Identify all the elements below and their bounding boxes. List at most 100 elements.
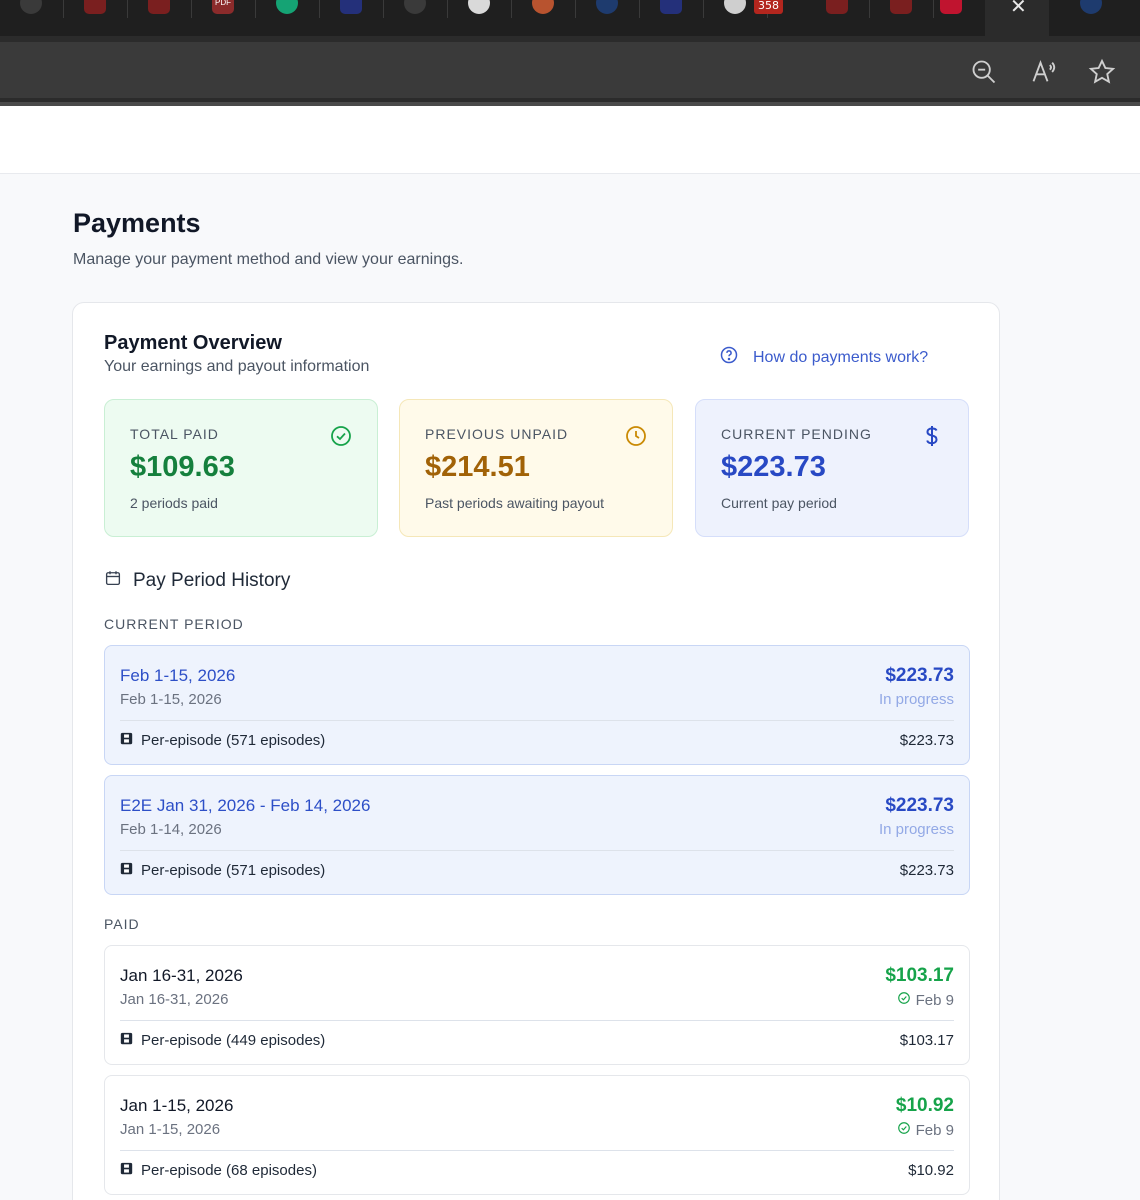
period-amount: $223.73 <box>885 665 954 686</box>
period-row[interactable]: Feb 1-15, 2026 Feb 1-15, 2026 $223.73 In… <box>104 645 970 765</box>
stat-value: $214.51 <box>425 451 530 483</box>
divider <box>120 850 954 851</box>
favorite-star-icon[interactable] <box>1088 58 1116 86</box>
period-amount: $103.17 <box>885 965 954 986</box>
acrobat-icon <box>148 0 170 14</box>
browser-tab[interactable] <box>384 0 448 18</box>
total-paid-stat: TOTAL PAID $109.63 2 periods paid <box>104 399 378 537</box>
period-range: Jan 1-15, 2026 <box>120 1121 221 1138</box>
period-row[interactable]: Jan 16-31, 2026 Jan 16-31, 2026 $103.17 … <box>104 945 970 1065</box>
browser-tab[interactable] <box>320 0 384 18</box>
help-circle-icon <box>719 345 739 370</box>
line-item-amount: $103.17 <box>899 1032 954 1049</box>
translate-icon <box>340 0 362 14</box>
line-item-amount: $10.92 <box>908 1162 954 1179</box>
film-icon <box>120 732 133 749</box>
period-range: Feb 1-14, 2026 <box>120 821 222 838</box>
stat-label: PREVIOUS UNPAID <box>425 426 569 442</box>
card-subtitle: Your earnings and payout information <box>104 358 370 375</box>
chatgpt-icon <box>20 0 42 14</box>
line-item-label: Per-episode (571 episodes) <box>141 732 326 749</box>
browser-tab[interactable] <box>0 0 64 18</box>
close-tab-icon[interactable]: ✕ <box>1010 0 1027 18</box>
divider <box>120 1020 954 1021</box>
app-icon <box>940 0 962 14</box>
stat-value: $223.73 <box>721 451 826 483</box>
pay-period-history-heading: Pay Period History <box>104 569 290 593</box>
browser-tab[interactable] <box>64 0 128 18</box>
stat-value: $109.63 <box>130 451 235 483</box>
card-title: Payment Overview <box>104 332 282 354</box>
browser-tab[interactable]: 358 <box>742 0 806 18</box>
notification-badge: 358 <box>754 0 783 14</box>
browser-tab[interactable] <box>256 0 320 18</box>
translate-icon <box>660 0 682 14</box>
line-item-amount: $223.73 <box>899 732 954 749</box>
paid-date: Feb 9 <box>915 1121 954 1139</box>
period-name: Jan 1-15, 2026 <box>120 1096 234 1115</box>
pdf-icon: PDF <box>212 0 234 14</box>
browser-tab[interactable] <box>576 0 640 18</box>
line-item: Per-episode (571 episodes) <box>120 732 325 749</box>
zoom-out-icon[interactable] <box>970 58 998 86</box>
period-status: Feb 9 <box>897 1121 954 1139</box>
status-text: In progress <box>878 821 954 838</box>
period-row[interactable]: E2E Jan 31, 2026 - Feb 14, 2026 Feb 1-14… <box>104 775 970 895</box>
read-aloud-icon[interactable] <box>1030 58 1058 86</box>
period-name: Jan 16-31, 2026 <box>120 966 243 985</box>
claude-icon <box>532 0 554 14</box>
zc-icon <box>468 0 490 14</box>
browser-tab[interactable]: PDF <box>192 0 256 18</box>
period-amount: $223.73 <box>885 795 954 816</box>
period-range: Feb 1-15, 2026 <box>120 691 222 708</box>
browser-tab[interactable] <box>920 0 984 18</box>
acrobat-icon <box>826 0 848 14</box>
help-link-label: How do payments work? <box>753 348 929 366</box>
film-icon <box>120 862 133 879</box>
line-item-label: Per-episode (449 episodes) <box>141 1032 326 1049</box>
paid-date: Feb 9 <box>915 991 954 1009</box>
line-item: Per-episode (571 episodes) <box>120 862 325 879</box>
film-icon <box>120 1032 133 1049</box>
browser-tab[interactable] <box>512 0 576 18</box>
period-name: E2E Jan 31, 2026 - Feb 14, 2026 <box>120 796 371 815</box>
search-icon <box>1080 0 1102 14</box>
status-text: In progress <box>878 691 954 708</box>
page-subtitle: Manage your payment method and view your… <box>73 251 464 268</box>
period-amount: $10.92 <box>895 1095 954 1116</box>
check-circle-icon <box>897 991 911 1009</box>
film-icon <box>120 1162 133 1179</box>
stat-label: TOTAL PAID <box>130 426 219 442</box>
browser-tab-strip: PDF 358 ✕ <box>0 0 1140 36</box>
browser-tab[interactable] <box>128 0 192 18</box>
period-status: In progress <box>879 821 954 838</box>
clock-icon <box>624 424 648 448</box>
period-range: Jan 16-31, 2026 <box>120 991 229 1008</box>
app-header <box>0 106 1140 174</box>
acrobat-icon <box>890 0 912 14</box>
check-circle-icon <box>329 424 353 448</box>
address-bar[interactable] <box>0 42 1140 98</box>
period-name: Feb 1-15, 2026 <box>120 666 236 685</box>
divider <box>120 720 954 721</box>
browser-tab[interactable] <box>640 0 704 18</box>
browser-tab[interactable] <box>1060 0 1124 18</box>
check-circle-icon <box>897 1121 911 1139</box>
stat-subtext: 2 periods paid <box>130 495 218 511</box>
payment-overview-card: Payment Overview Your earnings and payou… <box>72 302 1000 1200</box>
browser-toolbar <box>0 36 1140 106</box>
search-icon <box>596 0 618 14</box>
line-item-amount: $223.73 <box>899 862 954 879</box>
browser-tab[interactable] <box>806 0 870 18</box>
chatgpt-icon <box>404 0 426 14</box>
dollar-icon <box>920 424 944 448</box>
current-period-label: CURRENT PERIOD <box>104 616 244 632</box>
stat-subtext: Past periods awaiting payout <box>425 495 604 511</box>
divider <box>120 1150 954 1151</box>
line-item-label: Per-episode (68 episodes) <box>141 1162 317 1179</box>
period-row[interactable]: Jan 1-15, 2026 Jan 1-15, 2026 $10.92 Feb… <box>104 1075 970 1195</box>
line-item-label: Per-episode (571 episodes) <box>141 862 326 879</box>
how-payments-work-link[interactable]: How do payments work? <box>719 345 928 370</box>
stat-subtext: Current pay period <box>721 495 837 511</box>
browser-tab[interactable] <box>448 0 512 18</box>
